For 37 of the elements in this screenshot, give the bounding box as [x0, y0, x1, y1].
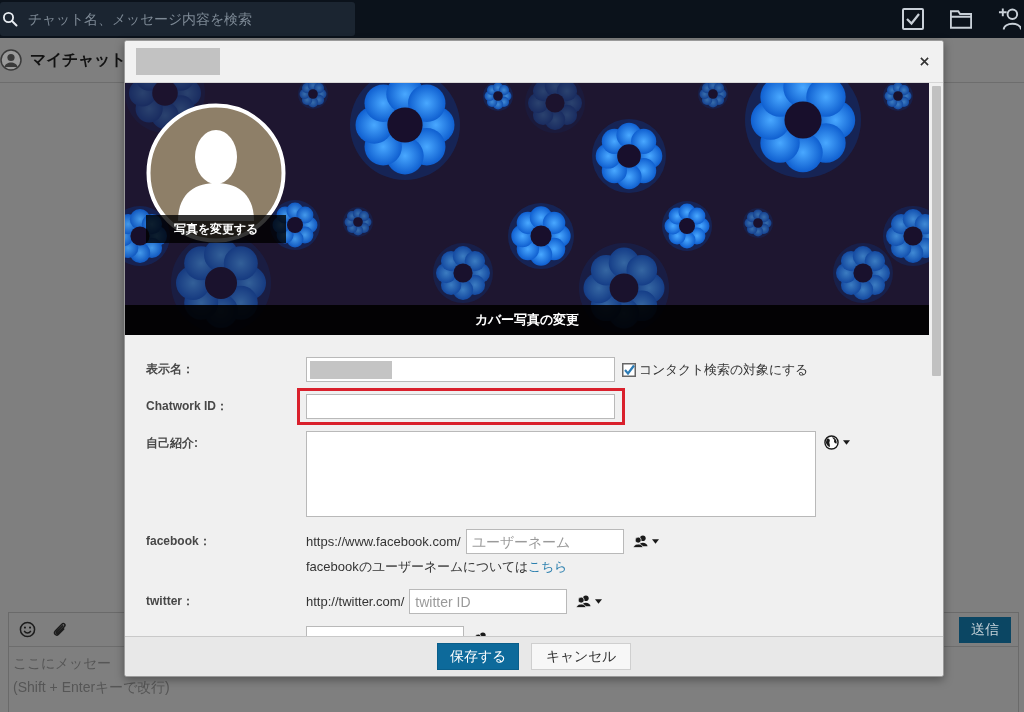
- emoji-icon[interactable]: [19, 621, 36, 638]
- visibility-dropdown[interactable]: [576, 594, 603, 609]
- field-label: twitter：: [146, 593, 195, 610]
- search-field[interactable]: チャット名、メッセージ内容を検索: [0, 2, 355, 36]
- scrollbar-thumb[interactable]: [931, 86, 941, 376]
- search-icon: [2, 11, 18, 27]
- close-icon[interactable]: [920, 57, 929, 66]
- caret-icon: [843, 440, 850, 445]
- change-photo-button[interactable]: 写真を変更する: [146, 215, 286, 243]
- cancel-button[interactable]: キャンセル: [531, 643, 631, 670]
- visibility-dropdown[interactable]: [824, 435, 850, 450]
- url-prefix: http://twitter.com/: [306, 592, 405, 611]
- help-link[interactable]: こちら: [527, 559, 567, 574]
- field-label: 表示名：: [146, 361, 195, 378]
- user-avatar-icon: [0, 49, 22, 71]
- visibility-dropdown[interactable]: [632, 534, 659, 549]
- add-person-icon[interactable]: [998, 7, 1021, 31]
- caret-icon: [651, 539, 659, 544]
- change-cover-button[interactable]: カバー写真の変更: [125, 305, 929, 335]
- help-text: facebookのユーザーネームについてはこちら: [306, 558, 567, 576]
- chat-title: マイチャット: [30, 50, 126, 70]
- send-button[interactable]: 送信: [959, 616, 1011, 643]
- field-label: 自己紹介:: [146, 435, 199, 452]
- task-checkbox-icon[interactable]: [902, 8, 924, 30]
- text-field[interactable]: [306, 394, 615, 419]
- checkbox[interactable]: [622, 362, 636, 377]
- textarea-field[interactable]: [306, 431, 816, 517]
- url-prefix: https://www.facebook.com/: [306, 532, 461, 551]
- folder-icon[interactable]: [950, 8, 972, 30]
- text-field[interactable]: twitter ID: [409, 589, 568, 614]
- text-field[interactable]: ユーザーネーム: [465, 529, 624, 554]
- field-label: facebook：: [146, 533, 212, 550]
- field-label: Chatwork ID：: [146, 398, 229, 415]
- paperclip-icon[interactable]: [51, 621, 68, 638]
- caret-icon: [595, 599, 603, 604]
- save-button[interactable]: 保存する: [437, 643, 519, 670]
- checkbox-label[interactable]: コンタクト検索の対象にする: [639, 360, 808, 379]
